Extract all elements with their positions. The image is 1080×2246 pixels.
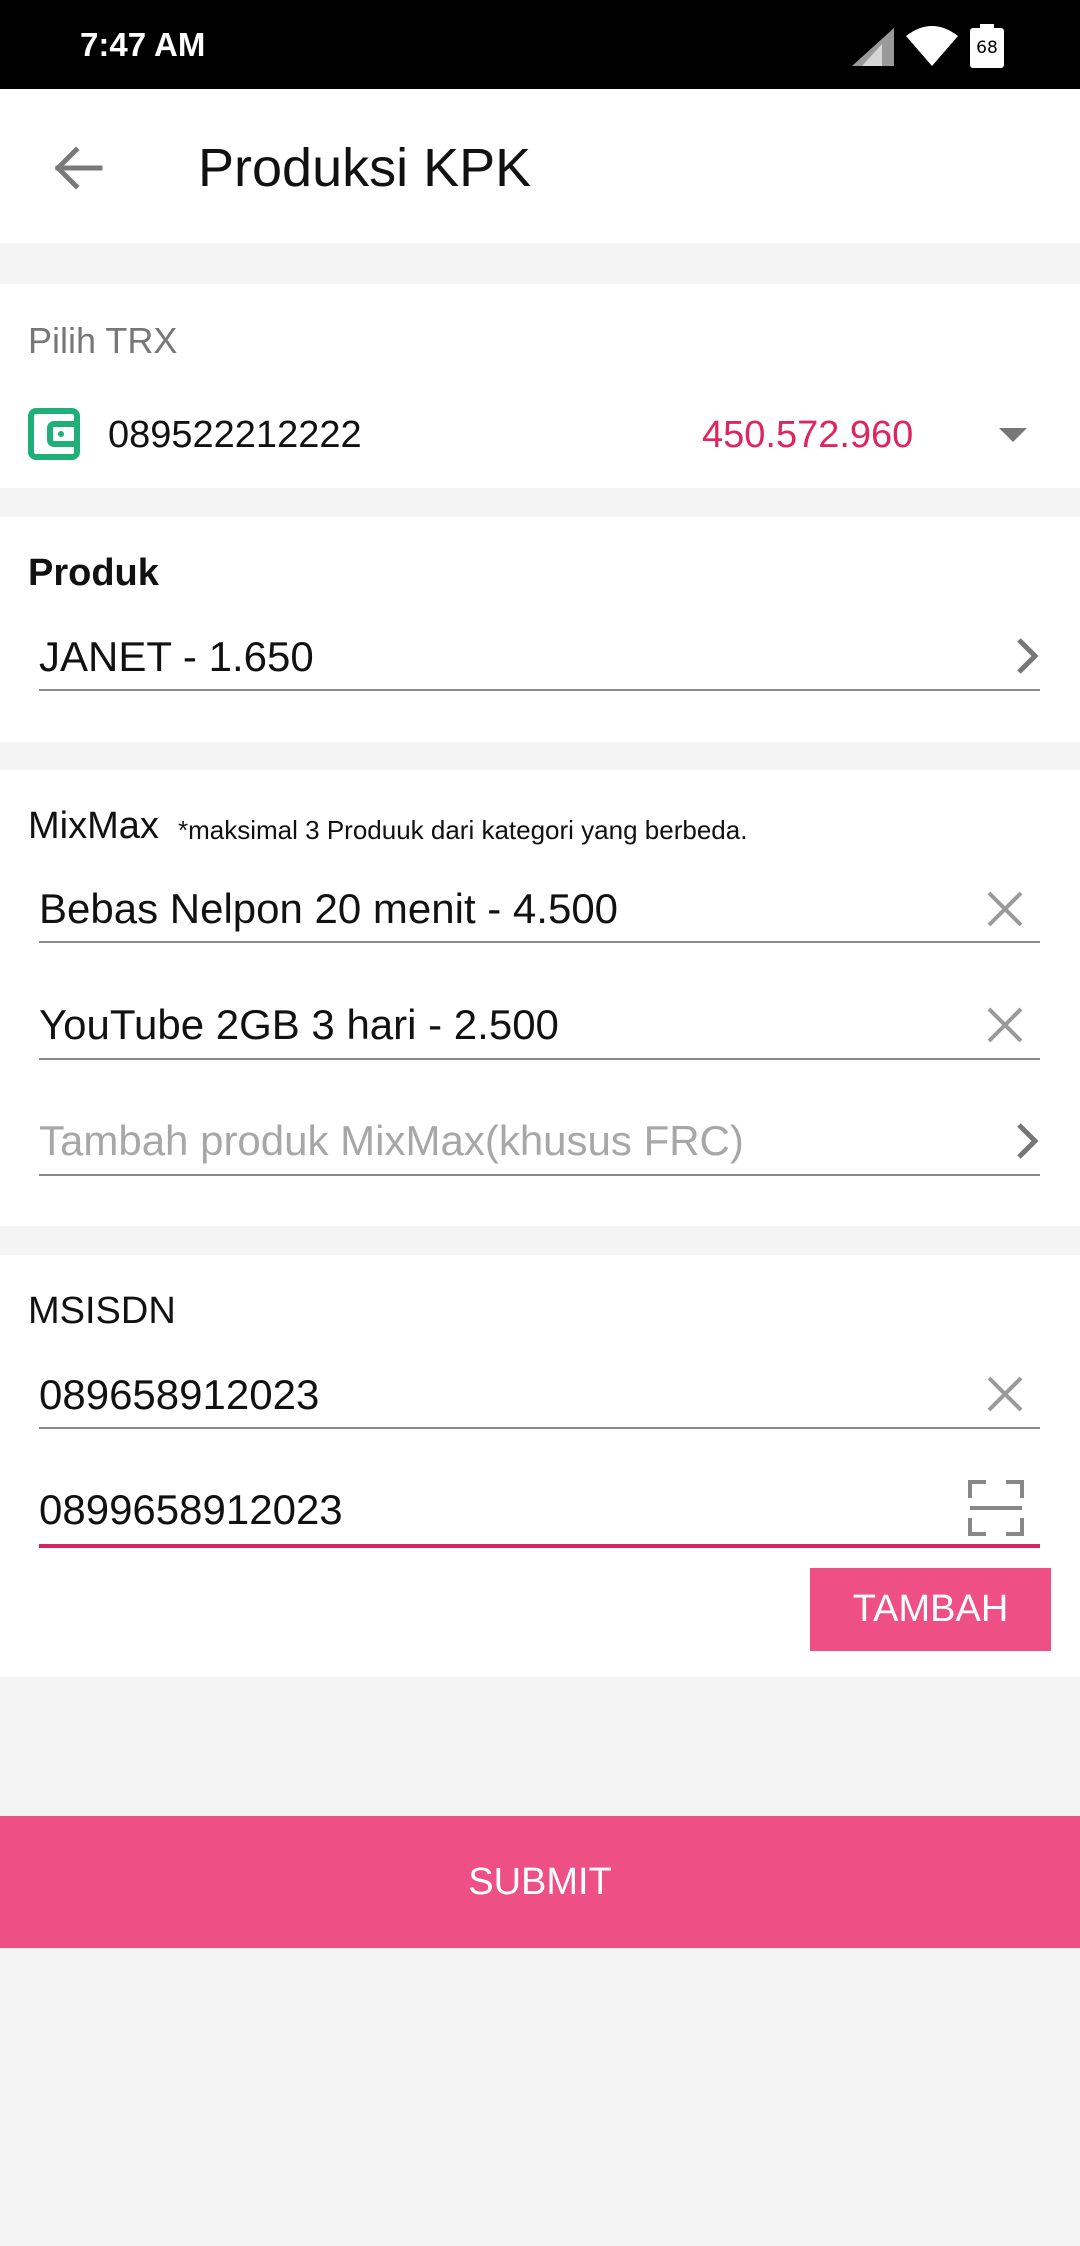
msisdn-entry-1-underline [39, 1427, 1040, 1429]
battery-icon: 68 [970, 24, 1004, 68]
wifi-icon [906, 26, 958, 66]
msisdn-label: MSISDN [28, 1290, 176, 1332]
trx-label: Pilih TRX [28, 320, 178, 361]
tambah-button[interactable]: TAMBAH [810, 1568, 1051, 1651]
produk-underline [39, 689, 1040, 691]
battery-level: 68 [976, 38, 998, 58]
mixmax-item-1: Bebas Nelpon 20 menit - 4.500 [39, 885, 619, 932]
scan-icon[interactable] [968, 1480, 1024, 1536]
chevron-right-icon[interactable] [1013, 1121, 1043, 1161]
mixmax-add-selector[interactable]: Tambah produk MixMax(khusus FRC) [39, 1116, 744, 1166]
msisdn-input[interactable]: 0899658912023 [39, 1485, 343, 1535]
mixmax-label: MixMax [28, 805, 159, 847]
chevron-right-icon[interactable] [1013, 636, 1043, 676]
msisdn-entry-1: 089658912023 [39, 1371, 320, 1418]
status-time: 7:47 AM [80, 26, 206, 63]
mixmax-item-2-underline [39, 1058, 1040, 1060]
produk-selector[interactable]: JANET - 1.650 [39, 632, 314, 682]
dropdown-arrow-icon[interactable] [996, 424, 1030, 446]
trx-balance: 450.572.960 [702, 414, 914, 456]
trx-number[interactable]: 089522212222 [108, 412, 362, 458]
clear-icon[interactable] [985, 1005, 1025, 1045]
app-toolbar [0, 89, 1080, 243]
produk-label: Produk [28, 552, 159, 594]
signal-icon [852, 28, 894, 66]
clear-icon[interactable] [985, 1374, 1025, 1414]
msisdn-input-underline [39, 1544, 1040, 1548]
submit-button[interactable]: SUBMIT [0, 1816, 1080, 1948]
mixmax-item-2: YouTube 2GB 3 hari - 2.500 [39, 1001, 559, 1048]
clear-icon[interactable] [985, 889, 1025, 929]
back-arrow-icon[interactable] [50, 140, 106, 196]
produk-card [0, 517, 1080, 742]
mixmax-note: *maksimal 3 Produuk dari kategori yang b… [178, 815, 748, 845]
wallet-icon [28, 408, 80, 460]
page-title: Produksi KPK [198, 138, 532, 198]
mixmax-item-1-underline [39, 941, 1040, 943]
mixmax-add-underline [39, 1174, 1040, 1176]
